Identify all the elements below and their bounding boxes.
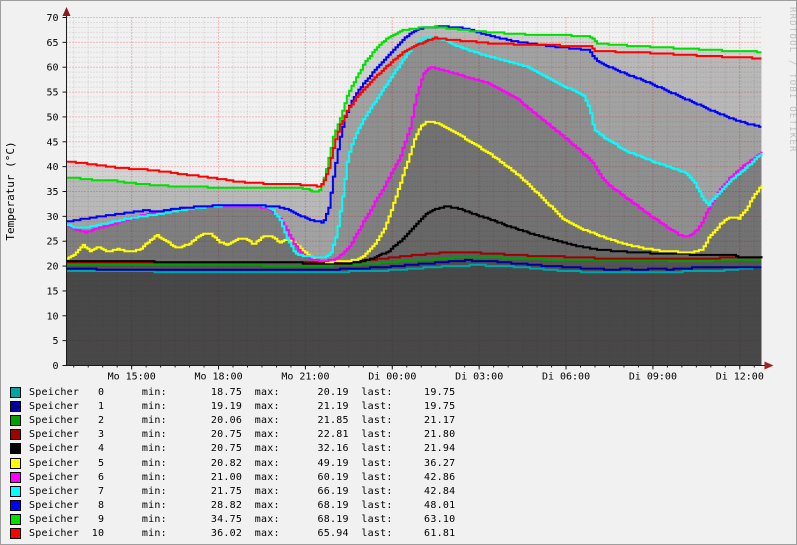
y-tick-label: 25 xyxy=(46,237,58,248)
x-tick-label: Di 03:00 xyxy=(455,372,503,383)
y-axis-arrow-icon xyxy=(62,7,71,16)
legend-swatch-icon xyxy=(10,514,21,526)
watermark: RRDTOOL / TOBI OETIKER xyxy=(787,7,797,153)
x-tick-label: Di 12:00 xyxy=(716,372,764,383)
legend: Speicher 0 min: 18.75 max: 20.19 last: 1… xyxy=(10,385,790,541)
legend-swatch-icon xyxy=(10,528,21,540)
y-tick-label: 40 xyxy=(46,162,58,173)
legend-swatch-icon xyxy=(10,443,21,455)
legend-row-speicher-2: Speicher 2 min: 20.06 max: 21.85 last: 2… xyxy=(10,413,790,427)
temperature-graph: 0 5 10 15 20 25 30 35 40 45 50 55 60 65 70 Mo 15:00 Mo 1… xyxy=(4,7,797,383)
legend-row-speicher-8: Speicher 8 min: 28.82 max: 68.19 last: 4… xyxy=(10,499,790,513)
legend-swatch-icon xyxy=(10,414,21,426)
legend-row-speicher-7: Speicher 7 min: 21.75 max: 66.19 last: 4… xyxy=(10,484,790,498)
series-areas xyxy=(66,26,762,366)
y-tick-label: 5 xyxy=(52,336,58,347)
x-tick-label: Mo 18:00 xyxy=(194,372,242,383)
y-axis-title: Temperatur (°C) xyxy=(4,141,17,240)
y-tick-label: 10 xyxy=(46,311,58,322)
legend-row-speicher-0: Speicher 0 min: 18.75 max: 20.19 last: 1… xyxy=(10,385,790,399)
legend-swatch-icon xyxy=(10,471,21,483)
x-axis-arrow-icon xyxy=(764,361,774,370)
legend-row-speicher-1: Speicher 1 min: 19.19 max: 21.19 last: 1… xyxy=(10,399,790,413)
y-tick-label: 70 xyxy=(46,13,58,24)
legend-text: Speicher 8 min: 28.82 max: 68.19 last: 4… xyxy=(29,500,456,512)
x-tick-label: Di 00:00 xyxy=(368,372,416,383)
legend-text: Speicher 3 min: 20.75 max: 22.81 last: 2… xyxy=(29,429,456,441)
legend-row-speicher-9: Speicher 9 min: 34.75 max: 68.19 last: 6… xyxy=(10,513,790,527)
legend-text: Speicher 2 min: 20.06 max: 21.85 last: 2… xyxy=(29,414,456,426)
y-tick-label: 65 xyxy=(46,38,58,49)
rrdtool-graph-window: 0 5 10 15 20 25 30 35 40 45 50 55 60 65 70 Mo 15:00 Mo 1… xyxy=(0,0,797,545)
x-tick-label: Mo 15:00 xyxy=(108,372,156,383)
legend-swatch-icon xyxy=(10,500,21,512)
legend-text: Speicher 1 min: 19.19 max: 21.19 last: 1… xyxy=(29,400,456,412)
legend-text: Speicher 5 min: 20.82 max: 49.19 last: 3… xyxy=(29,457,456,469)
legend-swatch-icon xyxy=(10,457,21,469)
legend-row-speicher-4: Speicher 4 min: 20.75 max: 32.16 last: 2… xyxy=(10,442,790,456)
legend-row-speicher-3: Speicher 3 min: 20.75 max: 22.81 last: 2… xyxy=(10,428,790,442)
x-tick-label: Mo 21:00 xyxy=(281,372,329,383)
y-tick-label: 45 xyxy=(46,137,58,148)
legend-text: Speicher 7 min: 21.75 max: 66.19 last: 4… xyxy=(29,485,456,497)
legend-text: Speicher 10 min: 36.02 max: 65.94 last: … xyxy=(29,528,456,540)
legend-row-speicher-6: Speicher 6 min: 21.00 max: 60.19 last: 4… xyxy=(10,470,790,484)
legend-swatch-icon xyxy=(10,400,21,412)
y-tick-label: 50 xyxy=(46,112,58,123)
legend-text: Speicher 6 min: 21.00 max: 60.19 last: 4… xyxy=(29,471,456,483)
y-tick-label: 15 xyxy=(46,286,58,297)
legend-text: Speicher 0 min: 18.75 max: 20.19 last: 1… xyxy=(29,386,456,398)
legend-row-speicher-10: Speicher 10 min: 36.02 max: 65.94 last: … xyxy=(10,527,790,541)
legend-text: Speicher 4 min: 20.75 max: 32.16 last: 2… xyxy=(29,443,456,455)
y-tick-label: 60 xyxy=(46,63,58,74)
y-tick-label: 20 xyxy=(46,262,58,273)
legend-row-speicher-5: Speicher 5 min: 20.82 max: 49.19 last: 3… xyxy=(10,456,790,470)
y-tick-label: 55 xyxy=(46,88,58,99)
legend-text: Speicher 9 min: 34.75 max: 68.19 last: 6… xyxy=(29,514,456,526)
x-tick-label: Di 06:00 xyxy=(542,372,590,383)
y-tick-label: 0 xyxy=(52,361,58,372)
x-tick-label: Di 09:00 xyxy=(629,372,677,383)
legend-swatch-icon xyxy=(10,429,21,441)
y-tick-label: 30 xyxy=(46,212,58,223)
legend-swatch-icon xyxy=(10,386,21,398)
y-tick-label: 35 xyxy=(46,187,58,198)
legend-swatch-icon xyxy=(10,485,21,497)
